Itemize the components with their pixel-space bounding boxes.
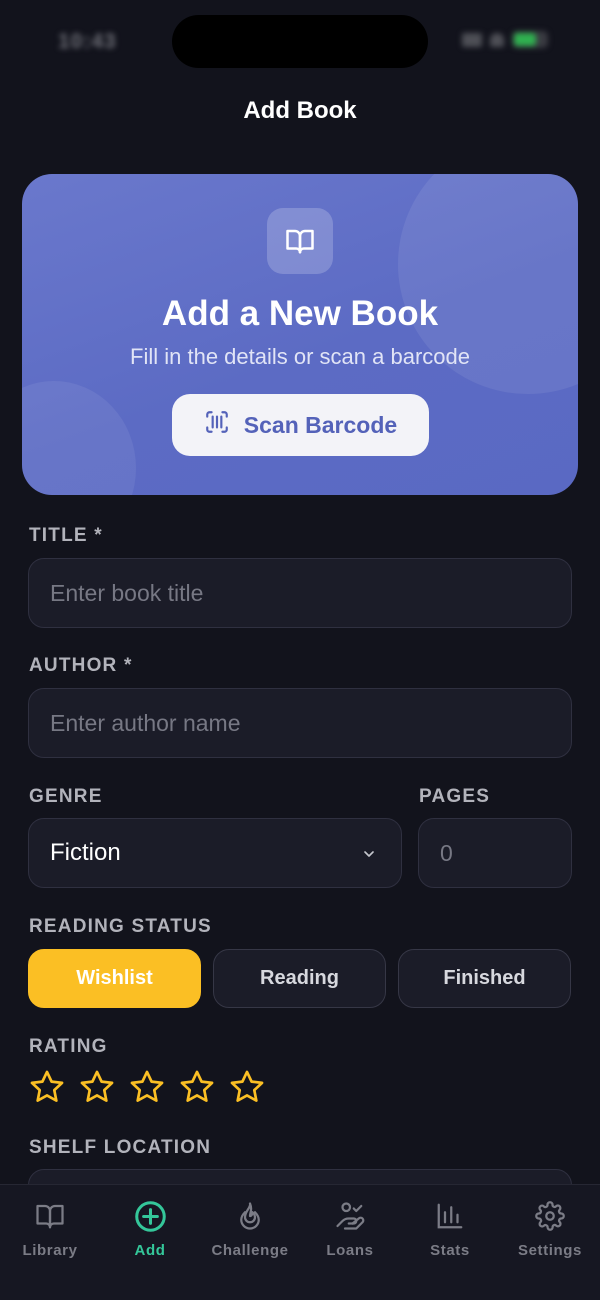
title-input[interactable]: [50, 559, 571, 627]
star-icon[interactable]: [28, 1068, 66, 1106]
shelf-location-label: SHELF LOCATION: [29, 1137, 212, 1158]
tab-library[interactable]: Library: [0, 1199, 100, 1259]
book-icon: [33, 1199, 67, 1233]
status-reading-button[interactable]: Reading: [213, 949, 386, 1008]
tab-label: Settings: [518, 1242, 582, 1259]
decorative-circle: [22, 381, 136, 495]
wifi-icon: [490, 32, 504, 47]
status-bar: 10:43: [0, 0, 600, 84]
status-wishlist-button[interactable]: Wishlist: [28, 949, 201, 1008]
tab-challenge[interactable]: Challenge: [200, 1199, 300, 1259]
gear-icon: [533, 1199, 567, 1233]
genre-value: Fiction: [50, 839, 121, 866]
rating-stars: [28, 1068, 266, 1106]
signal-icon: [462, 32, 482, 47]
bar-chart-icon: [433, 1199, 467, 1233]
battery-icon: [512, 31, 548, 48]
star-icon[interactable]: [78, 1068, 116, 1106]
tab-label: Loans: [326, 1242, 374, 1259]
hand-heart-icon: [333, 1199, 367, 1233]
hero-subtitle: Fill in the details or scan a barcode: [130, 344, 470, 369]
star-icon[interactable]: [178, 1068, 216, 1106]
status-icons: [462, 31, 548, 48]
tab-label: Add: [134, 1242, 166, 1259]
tab-label: Stats: [430, 1242, 470, 1259]
rating-label: RATING: [29, 1036, 108, 1057]
star-icon[interactable]: [128, 1068, 166, 1106]
add-book-screen: 10:43 Add Book Add a New Book Fill in th…: [0, 0, 600, 1300]
flame-icon: [233, 1199, 267, 1233]
status-finished-button[interactable]: Finished: [398, 949, 571, 1008]
pages-field[interactable]: [418, 818, 572, 888]
reading-status-label: READING STATUS: [29, 916, 212, 937]
author-field[interactable]: [28, 688, 572, 758]
author-label: AUTHOR *: [29, 655, 133, 676]
tab-stats[interactable]: Stats: [400, 1199, 500, 1259]
page-title: Add Book: [243, 97, 357, 124]
book-open-icon: [267, 208, 333, 274]
tab-settings[interactable]: Settings: [500, 1199, 600, 1259]
status-time: 10:43: [58, 30, 117, 53]
tab-loans[interactable]: Loans: [300, 1199, 400, 1259]
dynamic-island: [172, 15, 428, 68]
chevron-down-icon: [361, 846, 377, 867]
tab-bar: Library Add Challenge Loans Stats Settin…: [0, 1184, 600, 1300]
title-label: TITLE *: [29, 525, 103, 546]
author-input[interactable]: [50, 689, 571, 757]
star-icon[interactable]: [228, 1068, 266, 1106]
genre-label: GENRE: [29, 786, 103, 807]
scan-barcode-label: Scan Barcode: [243, 411, 398, 438]
scan-barcode-button[interactable]: Scan Barcode: [172, 394, 429, 456]
title-field[interactable]: [28, 558, 572, 628]
tab-label: Challenge: [211, 1242, 289, 1259]
plus-circle-icon: [133, 1199, 167, 1233]
pages-label: PAGES: [419, 786, 491, 807]
hero-title: Add a New Book: [161, 294, 439, 333]
pages-input[interactable]: [440, 819, 571, 887]
genre-select[interactable]: Fiction: [28, 818, 402, 888]
barcode-scan-icon: [204, 409, 230, 441]
add-book-hero-card: Add a New Book Fill in the details or sc…: [22, 174, 578, 495]
tab-label: Library: [22, 1242, 78, 1259]
tab-add[interactable]: Add: [100, 1199, 200, 1259]
